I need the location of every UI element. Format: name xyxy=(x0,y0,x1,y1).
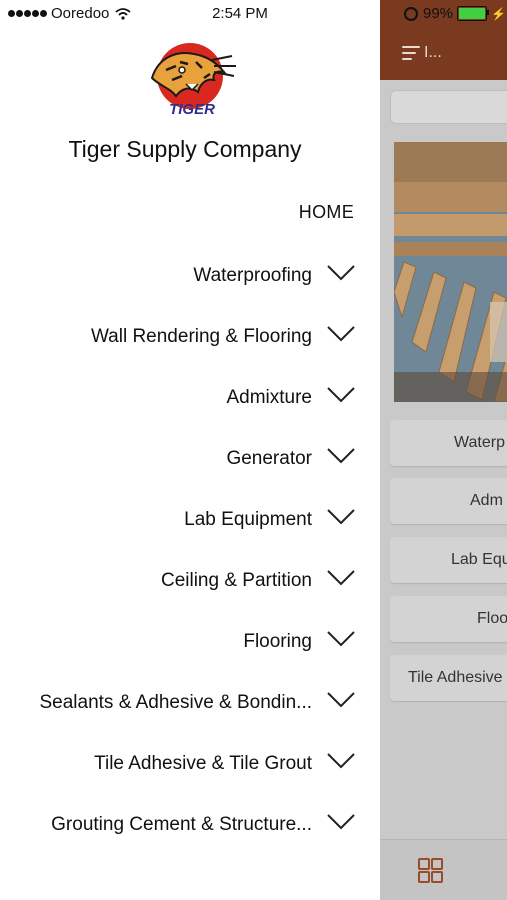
nav-item-label: Tile Adhesive & Tile Grout xyxy=(94,753,312,774)
company-logo: TIGER xyxy=(150,43,236,118)
nav-item-lab-equipment[interactable]: Lab Equipment xyxy=(0,501,380,541)
search-input[interactable] xyxy=(390,90,507,124)
grid-icon[interactable] xyxy=(418,858,443,883)
chevron-down-icon[interactable] xyxy=(326,751,356,771)
menu-button-label: I... xyxy=(424,44,442,61)
nav-item-label: Lab Equipment xyxy=(184,509,312,530)
nav-home[interactable]: HOME xyxy=(299,202,354,223)
banner-image xyxy=(394,142,507,402)
nav-item-tile-adhesive[interactable]: Tile Adhesive & Tile Grout xyxy=(0,745,380,785)
nav-item-label: Waterproofing xyxy=(193,265,312,286)
orientation-lock-icon xyxy=(404,6,418,21)
nav-item-grouting-cement[interactable]: Grouting Cement & Structure... xyxy=(0,806,380,846)
chevron-down-icon[interactable] xyxy=(326,263,356,283)
chevron-down-icon[interactable] xyxy=(326,507,356,527)
nav-item-label: Sealants & Adhesive & Bondin... xyxy=(39,692,312,713)
nav-item-label: Generator xyxy=(226,448,312,469)
chevron-down-icon[interactable] xyxy=(326,324,356,344)
background-app: I... Waterp Adm Lab Equ Floo Tile Adhesi… xyxy=(380,0,507,900)
category-tile[interactable]: Tile Adhesive xyxy=(390,655,507,701)
nav-item-flooring[interactable]: Flooring xyxy=(0,623,380,663)
nav-item-generator[interactable]: Generator xyxy=(0,440,380,480)
chevron-down-icon[interactable] xyxy=(326,812,356,832)
category-tile[interactable]: Floo xyxy=(390,596,507,642)
logo-text: TIGER xyxy=(169,101,215,118)
nav-item-label: Admixture xyxy=(226,387,312,408)
category-tile[interactable]: Lab Equ xyxy=(390,537,507,583)
charging-icon: ⚡ xyxy=(491,6,506,21)
nav-item-label: Flooring xyxy=(243,631,312,652)
tab-bar xyxy=(380,839,507,900)
menu-button[interactable]: I... xyxy=(402,42,448,64)
category-tile[interactable]: Adm xyxy=(390,478,507,524)
company-name: Tiger Supply Company xyxy=(68,136,302,162)
nav-item-wall-rendering[interactable]: Wall Rendering & Flooring xyxy=(0,318,380,358)
hamburger-icon xyxy=(402,46,420,60)
nav-item-sealants[interactable]: Sealants & Adhesive & Bondin... xyxy=(0,684,380,724)
chevron-down-icon[interactable] xyxy=(326,690,356,710)
nav-item-label: Grouting Cement & Structure... xyxy=(51,814,312,835)
chevron-down-icon[interactable] xyxy=(326,629,356,649)
nav-item-label: Ceiling & Partition xyxy=(160,570,312,591)
battery-icon xyxy=(457,6,490,21)
category-tile[interactable]: Waterp xyxy=(390,420,507,466)
nav-item-label: Wall Rendering & Flooring xyxy=(90,326,312,347)
side-drawer: TIGER Tiger Supply Company HOME Waterpro… xyxy=(0,0,380,900)
nav-item-ceiling-partition[interactable]: Ceiling & Partition xyxy=(0,562,380,602)
chevron-down-icon[interactable] xyxy=(326,385,356,405)
nav-item-admixture[interactable]: Admixture xyxy=(0,379,380,419)
chevron-down-icon[interactable] xyxy=(326,446,356,466)
nav-item-waterproofing[interactable]: Waterproofing xyxy=(0,257,380,297)
battery-percent: 99% xyxy=(423,5,454,22)
status-bar: Ooredoo 2:54 PM 99% ⚡ xyxy=(0,0,507,26)
chevron-down-icon[interactable] xyxy=(326,568,356,588)
